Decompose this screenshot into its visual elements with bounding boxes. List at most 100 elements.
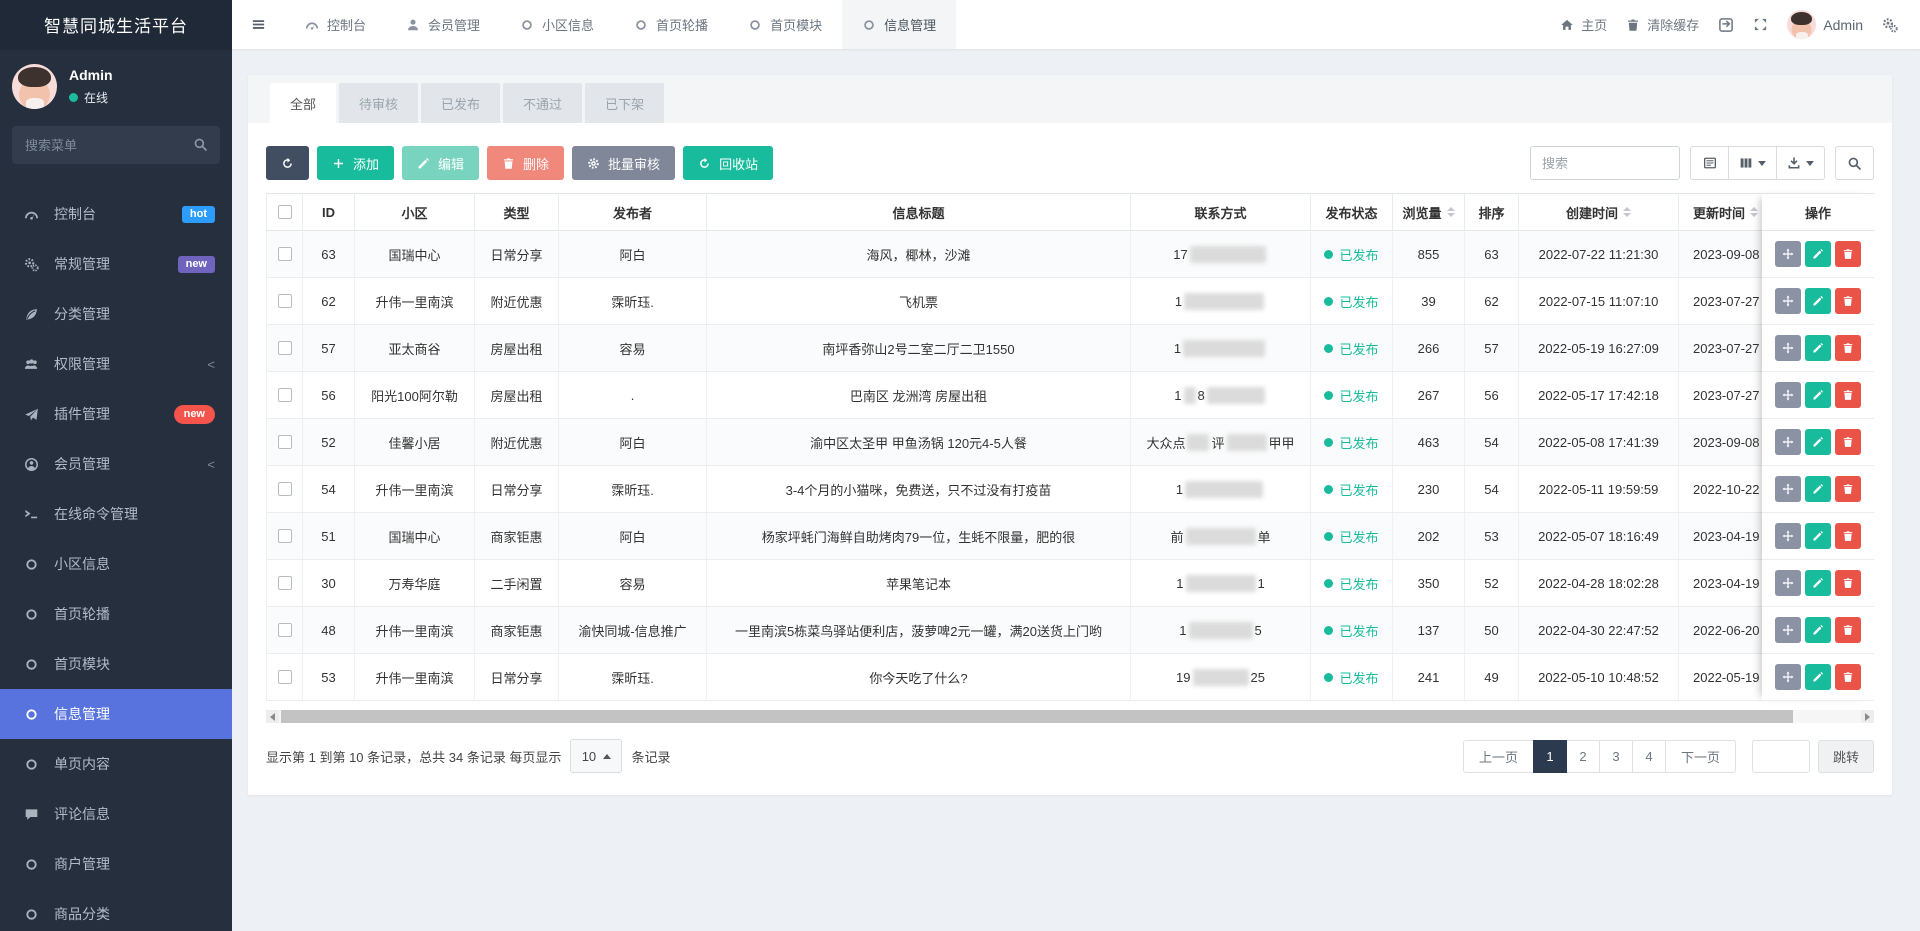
settings-button[interactable] [1882, 17, 1898, 33]
sidebar-item-console[interactable]: 控制台hot [0, 189, 232, 239]
tab-4[interactable]: 已下架 [585, 83, 664, 123]
export-button[interactable] [1776, 146, 1825, 180]
delete-row-button[interactable] [1835, 617, 1861, 643]
sidebar-item-community-info[interactable]: 小区信息 [0, 539, 232, 589]
drag-sort-button[interactable] [1775, 429, 1801, 455]
batch-audit-button[interactable]: 批量审核 [572, 146, 675, 180]
prev-page-button[interactable]: 上一页 [1463, 740, 1534, 773]
add-button[interactable]: 添加 [317, 146, 394, 180]
row-checkbox[interactable] [278, 623, 292, 637]
topnav-item-member[interactable]: 会员管理 [386, 0, 500, 49]
sidebar-item-merchant[interactable]: 商户管理 [0, 839, 232, 889]
brand-logo[interactable]: 智慧同城生活平台 [0, 0, 232, 49]
sidebar-item-plugin[interactable]: 插件管理new [0, 389, 232, 439]
topnav-item-info[interactable]: 信息管理 [842, 0, 956, 49]
drag-sort-button[interactable] [1775, 523, 1801, 549]
edit-button[interactable]: 编辑 [402, 146, 479, 180]
sidebar-user-panel[interactable]: Admin 在线 [0, 49, 232, 122]
jump-button[interactable]: 跳转 [1818, 740, 1874, 773]
menu-search-input[interactable] [12, 126, 220, 164]
page-size-select[interactable]: 10 [570, 739, 622, 773]
sidebar-item-permission[interactable]: 权限管理< [0, 339, 232, 389]
select-all-checkbox[interactable] [278, 205, 292, 219]
delete-row-button[interactable] [1835, 288, 1861, 314]
sidebar-item-single-page[interactable]: 单页内容 [0, 739, 232, 789]
topnav-item-community[interactable]: 小区信息 [500, 0, 614, 49]
row-checkbox[interactable] [278, 482, 292, 496]
tab-2[interactable]: 已发布 [421, 83, 500, 123]
delete-row-button[interactable] [1835, 570, 1861, 596]
language-switch-button[interactable] [1718, 17, 1734, 33]
row-checkbox[interactable] [278, 294, 292, 308]
detail-view-button[interactable] [1690, 146, 1729, 180]
row-checkbox[interactable] [278, 576, 292, 590]
row-checkbox[interactable] [278, 341, 292, 355]
drag-sort-button[interactable] [1775, 617, 1801, 643]
drag-sort-button[interactable] [1775, 241, 1801, 267]
sidebar-item-info-manage[interactable]: 信息管理 [0, 689, 232, 739]
topnav-item-console[interactable]: 控制台 [285, 0, 386, 49]
topnav-item-module[interactable]: 首页模块 [728, 0, 842, 49]
page-button-4[interactable]: 4 [1632, 740, 1666, 773]
sidebar-item-comments[interactable]: 评论信息 [0, 789, 232, 839]
edit-row-button[interactable] [1805, 664, 1831, 690]
delete-row-button[interactable] [1835, 429, 1861, 455]
tab-3[interactable]: 不通过 [503, 83, 582, 123]
drag-sort-button[interactable] [1775, 664, 1801, 690]
delete-row-button[interactable] [1835, 335, 1861, 361]
page-button-2[interactable]: 2 [1566, 740, 1600, 773]
fullscreen-button[interactable] [1753, 17, 1768, 32]
edit-row-button[interactable] [1805, 476, 1831, 502]
page-button-3[interactable]: 3 [1599, 740, 1633, 773]
jump-page-input[interactable] [1752, 740, 1810, 773]
clear-cache-button[interactable]: 清除缓存 [1626, 15, 1699, 34]
edit-row-button[interactable] [1805, 617, 1831, 643]
row-checkbox[interactable] [278, 529, 292, 543]
row-checkbox[interactable] [278, 435, 292, 449]
scroll-left-arrow[interactable] [266, 710, 279, 723]
sidebar-item-category[interactable]: 分类管理 [0, 289, 232, 339]
edit-row-button[interactable] [1805, 429, 1831, 455]
drag-sort-button[interactable] [1775, 335, 1801, 361]
sidebar-item-home-module[interactable]: 首页模块 [0, 639, 232, 689]
edit-row-button[interactable] [1805, 570, 1831, 596]
sidebar-item-member[interactable]: 会员管理< [0, 439, 232, 489]
edit-row-button[interactable] [1805, 382, 1831, 408]
next-page-button[interactable]: 下一页 [1665, 740, 1736, 773]
drag-sort-button[interactable] [1775, 288, 1801, 314]
delete-row-button[interactable] [1835, 664, 1861, 690]
columns-button[interactable] [1728, 146, 1777, 180]
scrollbar-thumb[interactable] [281, 710, 1793, 723]
sidebar-item-goods-category[interactable]: 商品分类 [0, 889, 232, 931]
edit-row-button[interactable] [1805, 241, 1831, 267]
user-menu[interactable]: Admin [1787, 10, 1863, 39]
sidebar-item-command[interactable]: 在线命令管理 [0, 489, 232, 539]
delete-row-button[interactable] [1835, 382, 1861, 408]
drag-sort-button[interactable] [1775, 476, 1801, 502]
delete-row-button[interactable] [1835, 476, 1861, 502]
topnav-item-banner[interactable]: 首页轮播 [614, 0, 728, 49]
edit-row-button[interactable] [1805, 335, 1831, 361]
column-header-8[interactable]: 浏览量 [1392, 194, 1464, 230]
sidebar-toggle-button[interactable] [232, 0, 285, 49]
search-toggle-button[interactable] [1835, 146, 1874, 180]
row-checkbox[interactable] [278, 247, 292, 261]
drag-sort-button[interactable] [1775, 570, 1801, 596]
scroll-right-arrow[interactable] [1861, 710, 1874, 723]
edit-row-button[interactable] [1805, 523, 1831, 549]
edit-row-button[interactable] [1805, 288, 1831, 314]
tab-1[interactable]: 待审核 [339, 83, 418, 123]
delete-row-button[interactable] [1835, 241, 1861, 267]
page-button-1[interactable]: 1 [1533, 740, 1567, 773]
column-header-10[interactable]: 创建时间 [1518, 194, 1678, 230]
tab-0[interactable]: 全部 [270, 83, 336, 123]
row-checkbox[interactable] [278, 670, 292, 684]
sidebar-item-general[interactable]: 常规管理new [0, 239, 232, 289]
drag-sort-button[interactable] [1775, 382, 1801, 408]
recycle-bin-button[interactable]: 回收站 [683, 146, 773, 180]
table-search-input[interactable] [1530, 146, 1680, 180]
row-checkbox[interactable] [278, 388, 292, 402]
delete-button[interactable]: 删除 [487, 146, 564, 180]
refresh-button[interactable] [266, 146, 309, 180]
delete-row-button[interactable] [1835, 523, 1861, 549]
